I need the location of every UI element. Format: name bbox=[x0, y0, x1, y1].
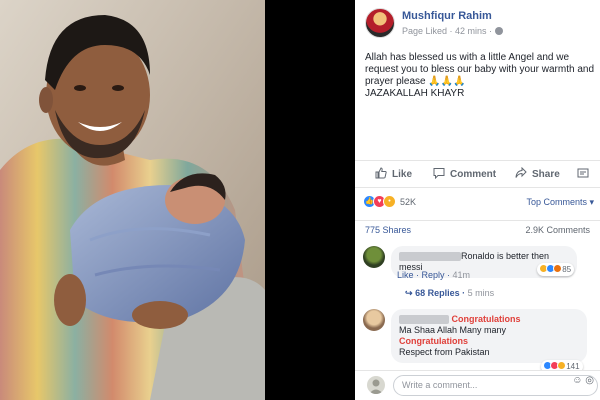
comment-reply-link[interactable]: Reply bbox=[422, 270, 445, 280]
comment-reaction-count: 85 bbox=[562, 265, 572, 274]
share-button[interactable]: Share bbox=[515, 166, 560, 182]
angry-reaction-icon bbox=[553, 264, 562, 273]
comment-text-line: Respect from Pakistan bbox=[399, 347, 490, 357]
shares-count[interactable]: 775 Shares bbox=[365, 225, 411, 235]
page-selector-button[interactable] bbox=[577, 167, 594, 182]
comment-input-placeholder: Write a comment... bbox=[402, 380, 478, 390]
user-silhouette-icon bbox=[369, 379, 383, 394]
commenter-avatar[interactable] bbox=[363, 246, 385, 268]
top-comments-dropdown[interactable]: Top Comments ▾ bbox=[526, 197, 594, 208]
current-user-avatar[interactable] bbox=[367, 376, 385, 394]
camera-icon[interactable]: ◎ bbox=[585, 375, 594, 386]
comment-input-icons: ☺ ◎ bbox=[572, 375, 594, 386]
comment-reactions[interactable]: 85 bbox=[537, 263, 575, 276]
post-panel: Mushfiqur Rahim Page Liked · 42 mins · A… bbox=[355, 0, 600, 400]
post-text-line: prayer please 🙏🙏🙏 bbox=[365, 76, 466, 87]
comment-input[interactable]: Write a comment... bbox=[393, 375, 598, 396]
post-text: Allah has blessed us with a little Angel… bbox=[365, 52, 597, 100]
comment-highlight: Congratulations bbox=[451, 314, 521, 324]
replies-time: 5 mins bbox=[467, 288, 495, 298]
post-photo[interactable] bbox=[0, 0, 355, 400]
comments-count[interactable]: 2.9K Comments bbox=[525, 225, 590, 235]
comment-text-line: Ma Shaa Allah Many many bbox=[399, 325, 507, 335]
reactions-row: 👍 ♥ • 52K Top Comments ▾ bbox=[355, 192, 600, 212]
reply-arrow-icon: ↪ bbox=[405, 288, 413, 298]
wow-reaction-icon bbox=[557, 361, 566, 370]
comment-links: Like · Reply · 41m bbox=[397, 270, 471, 280]
reaction-count[interactable]: 52K bbox=[400, 197, 416, 207]
comment-highlight: Congratulations bbox=[399, 336, 468, 346]
comment-time: 41m bbox=[452, 270, 471, 280]
view-replies-link[interactable]: ↪ 68 Replies · 5 mins bbox=[405, 288, 494, 299]
blurred-name bbox=[399, 252, 461, 262]
share-label: Share bbox=[532, 169, 560, 181]
post-text-line: request you to bless our baby with your … bbox=[365, 64, 595, 75]
post-text-line: Allah has blessed us with a little Angel… bbox=[365, 52, 570, 63]
comment-label: Comment bbox=[450, 169, 497, 181]
action-bar: Like Comment Share bbox=[355, 160, 600, 188]
comment-icon bbox=[433, 167, 445, 182]
post-meta: Page Liked · 42 mins · bbox=[402, 26, 503, 36]
comment-bubble: Congratulations Ma Shaa Allah Many many … bbox=[391, 309, 587, 363]
comment-item: Ronaldo is better then messi Like · Repl… bbox=[363, 246, 600, 306]
author-name[interactable]: Mushfiqur Rahim bbox=[402, 10, 492, 22]
blurred-name bbox=[399, 315, 449, 325]
emoji-icon[interactable]: ☺ bbox=[572, 375, 582, 386]
write-comment-bar: Write a comment... ☺ ◎ bbox=[355, 370, 600, 400]
wow-reaction-icon[interactable]: • bbox=[383, 195, 396, 208]
globe-icon bbox=[494, 27, 503, 35]
comment-like-link[interactable]: Like bbox=[397, 270, 414, 280]
like-label: Like bbox=[392, 169, 413, 181]
comment-item: Congratulations Ma Shaa Allah Many many … bbox=[363, 309, 600, 373]
author-avatar[interactable] bbox=[365, 8, 395, 38]
commenter-avatar[interactable] bbox=[363, 309, 385, 331]
page-icon bbox=[577, 167, 589, 182]
post-text-line: JAZAKALLAH KHAYR bbox=[365, 88, 465, 99]
share-stats-row: 775 Shares 2.9K Comments bbox=[355, 220, 600, 238]
thumbs-up-icon bbox=[375, 167, 387, 182]
replies-count: 68 Replies bbox=[415, 288, 460, 298]
post-header: Mushfiqur Rahim Page Liked · 42 mins · bbox=[365, 8, 600, 44]
share-icon bbox=[515, 166, 527, 182]
like-button[interactable]: Like bbox=[375, 167, 412, 182]
post-meta-text: Page Liked · 42 mins · bbox=[402, 26, 495, 36]
photo-illustration bbox=[0, 0, 355, 400]
comment-button[interactable]: Comment bbox=[433, 167, 496, 182]
